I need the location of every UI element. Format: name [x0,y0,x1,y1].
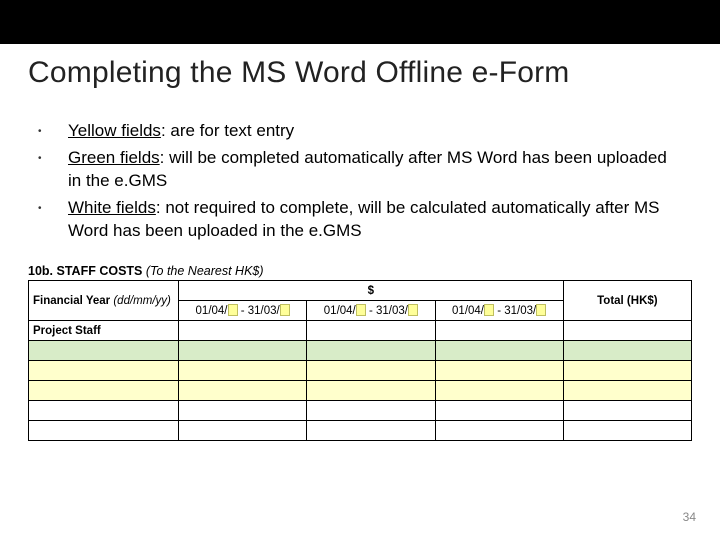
data-cell [563,381,691,401]
bullet-list: •Yellow fields: are for text entry•Green… [38,120,682,247]
data-cell [179,381,307,401]
bullet-rest: : not required to complete, will be calc… [68,198,660,240]
section-heading: 10b. STAFF COSTS (To the Nearest HK$) [28,264,692,278]
data-cell [563,401,691,421]
data-cell [307,341,435,361]
yellow-field-icon [408,304,418,316]
table-row [29,341,692,361]
table-row [29,421,692,441]
data-cell [307,401,435,421]
bullet-item: •Yellow fields: are for text entry [38,120,682,143]
data-cell [307,421,435,441]
form-figure: 10b. STAFF COSTS (To the Nearest HK$) Fi… [28,264,692,441]
staff-costs-table: Financial Year (dd/mm/yy)$Total (HK$)01/… [28,280,692,441]
data-cell [179,401,307,421]
section-paren: (To the Nearest HK$) [146,264,264,278]
top-black-bar [0,0,720,44]
bullet-dot-icon: • [38,147,68,193]
bullet-rest: : are for text entry [161,121,294,140]
total-header: Total (HK$) [563,281,691,321]
section-title: STAFF COSTS [57,264,143,278]
bullet-text: Yellow fields: are for text entry [68,120,682,143]
row-label-cell [29,381,179,401]
bullet-dot-icon: • [38,197,68,243]
empty-header-cell [563,321,691,341]
yellow-field-icon [536,304,546,316]
table-row [29,381,692,401]
data-cell [435,421,563,441]
table-row [29,401,692,421]
data-cell [435,341,563,361]
bullet-text: Green fields: will be completed automati… [68,147,682,193]
row-label-cell [29,421,179,441]
data-cell [435,381,563,401]
data-cell [307,381,435,401]
bullet-item: •White fields: not required to complete,… [38,197,682,243]
yellow-field-icon [356,304,366,316]
date-range-header: 01/04/ - 31/03/ [307,301,435,321]
empty-header-cell [307,321,435,341]
currency-header: $ [179,281,564,301]
yellow-field-icon [484,304,494,316]
data-cell [179,421,307,441]
bullet-label: Green fields [68,148,160,167]
bullet-label: Yellow fields [68,121,161,140]
empty-header-cell [179,321,307,341]
yellow-field-icon [228,304,238,316]
data-cell [307,361,435,381]
financial-year-label: Financial Year (dd/mm/yy) [29,281,179,321]
project-staff-label: Project Staff [29,321,179,341]
date-range-header: 01/04/ - 31/03/ [179,301,307,321]
bullet-text: White fields: not required to complete, … [68,197,682,243]
row-label-cell [29,401,179,421]
data-cell [563,341,691,361]
row-label-cell [29,361,179,381]
data-cell [435,401,563,421]
slide: Completing the MS Word Offline e-Form •Y… [0,0,720,540]
yellow-field-icon [280,304,290,316]
date-range-header: 01/04/ - 31/03/ [435,301,563,321]
table-body: Financial Year (dd/mm/yy)$Total (HK$)01/… [29,281,692,441]
data-cell [435,361,563,381]
empty-header-cell [435,321,563,341]
data-cell [563,361,691,381]
page-number: 34 [683,510,696,524]
row-label-cell [29,341,179,361]
data-cell [563,421,691,441]
section-number: 10b. [28,264,53,278]
table-row [29,361,692,381]
bullet-dot-icon: • [38,120,68,143]
data-cell [179,361,307,381]
slide-title: Completing the MS Word Offline e-Form [28,56,569,90]
bullet-item: •Green fields: will be completed automat… [38,147,682,193]
bullet-label: White fields [68,198,156,217]
data-cell [179,341,307,361]
